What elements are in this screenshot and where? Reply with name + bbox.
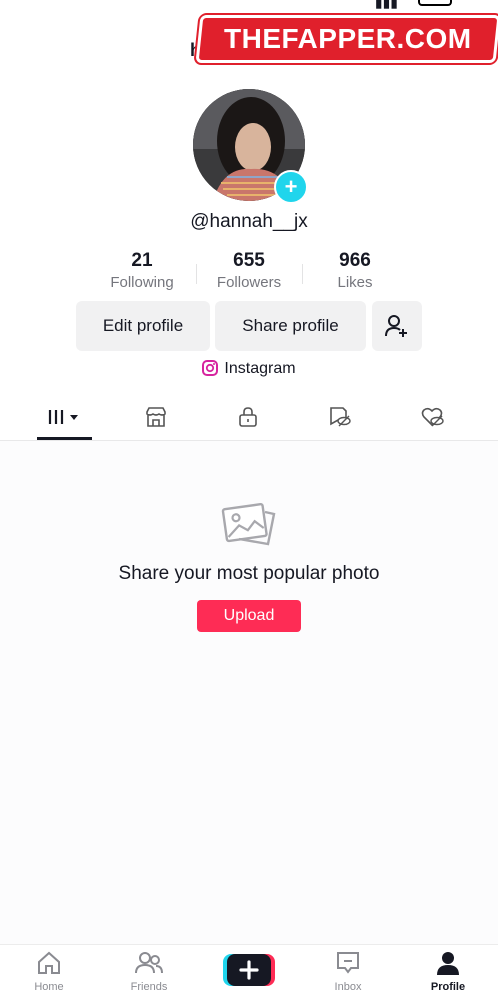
profile-tabs [0, 398, 498, 441]
add-user-icon [385, 315, 407, 337]
tab-shop[interactable] [136, 402, 176, 432]
instagram-link[interactable]: Instagram [0, 360, 498, 378]
tab-posts[interactable] [44, 402, 84, 432]
tab-private[interactable] [228, 402, 268, 432]
create-button[interactable] [223, 954, 275, 986]
stat-value: 966 [339, 250, 371, 271]
photo-icon [221, 503, 276, 546]
stat-followers[interactable]: 655 Followers [194, 250, 304, 291]
edit-profile-button[interactable]: Edit profile [76, 301, 210, 351]
empty-state-title: Share your most popular photo [118, 563, 380, 584]
signal-icon: ▮▮▮ [374, 0, 398, 10]
heart-hidden-icon [421, 407, 444, 427]
stat-label: Following [110, 274, 174, 291]
lock-icon [239, 407, 257, 427]
nav-profile[interactable]: Profile [413, 951, 483, 993]
nav-inbox-label: Inbox [334, 981, 362, 993]
stat-value: 21 [131, 250, 153, 271]
profile-stats: 21 Following 655 Followers 966 Likes [0, 250, 498, 296]
battery-icon [418, 0, 452, 6]
home-icon [38, 951, 60, 974]
nav-friends-label: Friends [130, 981, 168, 993]
stat-label: Likes [337, 274, 373, 291]
stat-value: 655 [233, 250, 265, 271]
friends-icon [135, 952, 163, 974]
upload-button[interactable]: Upload [197, 600, 301, 632]
stat-likes[interactable]: 966 Likes [300, 250, 410, 291]
add-avatar-button[interactable]: + [274, 170, 308, 204]
add-friends-button[interactable] [372, 301, 422, 351]
watermark-logo: THEFAPPER.COM [195, 15, 498, 63]
stat-label: Followers [216, 274, 282, 291]
nav-home-label: Home [34, 981, 64, 993]
tab-favorites[interactable] [320, 402, 360, 432]
inbox-icon [337, 952, 359, 974]
status-bar: ▮▮▮ [0, 0, 498, 14]
nav-profile-label: Profile [430, 981, 466, 993]
nav-friends[interactable]: Friends [114, 951, 184, 993]
username: @hannah__jx [190, 211, 308, 232]
share-profile-button[interactable]: Share profile [215, 301, 366, 351]
profile-icon [437, 952, 459, 975]
active-tab-indicator [37, 437, 92, 440]
instagram-label: Instagram [224, 360, 296, 377]
grid-icon [48, 410, 78, 424]
instagram-icon [202, 360, 219, 376]
shop-icon [146, 407, 166, 427]
bookmark-hidden-icon [330, 407, 351, 427]
stat-following[interactable]: 21 Following [87, 250, 197, 291]
nav-inbox[interactable]: Inbox [313, 951, 383, 993]
nav-home[interactable]: Home [14, 951, 84, 993]
tab-liked[interactable] [413, 402, 453, 432]
